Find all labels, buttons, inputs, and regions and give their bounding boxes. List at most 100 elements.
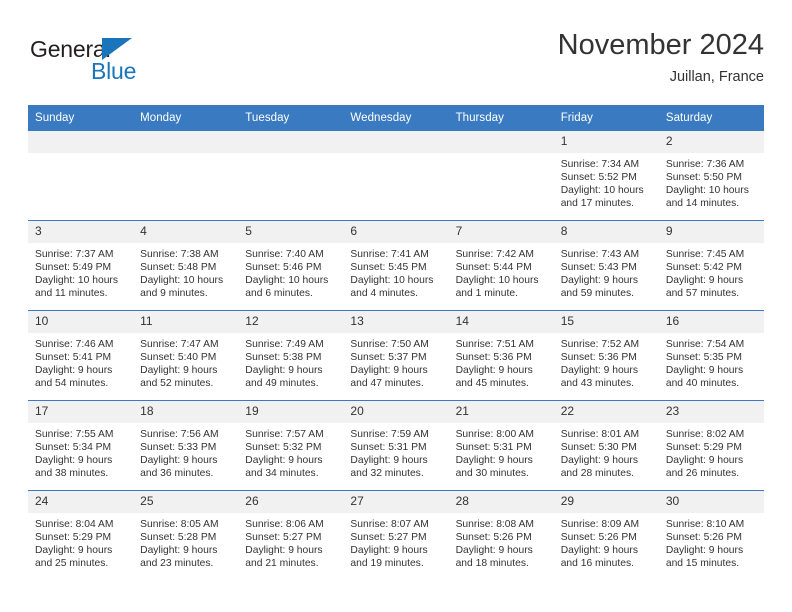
calendar-day-cell[interactable]: 2 Sunrise: 7:36 AM Sunset: 5:50 PM Daylight…: [658, 131, 764, 221]
sunrise-text: Sunrise: 8:06 AM: [245, 519, 324, 530]
weekday-header-sunday: Sunday: [28, 105, 134, 131]
sunset-text: Sunset: 5:31 PM: [455, 442, 532, 454]
day-number: 8: [553, 221, 659, 243]
calendar-week-row: 1 Sunrise: 7:34 AM Sunset: 5:52 PM Daylight…: [28, 131, 764, 221]
general-blue-logo: General Blue: [30, 36, 210, 92]
calendar-day-cell[interactable]: 17 Sunrise: 7:55 AM Sunset: 5:34 PM Dayligh…: [28, 400, 134, 491]
sunset-text: Sunset: 5:34 PM: [35, 442, 112, 454]
calendar-day-cell[interactable]: 6 Sunrise: 7:41 AM Sunset: 5:45 PM Daylight…: [343, 220, 449, 311]
daylight-text-line2: and 28 minutes.: [560, 468, 634, 480]
calendar-day-cell[interactable]: 11 Sunrise: 7:47 AM Sunset: 5:40 PM Dayligh…: [133, 310, 239, 401]
calendar-day-cell[interactable]: 24 Sunrise: 8:04 AM Sunset: 5:29 PM Dayligh…: [28, 490, 134, 580]
sunset-text: Sunset: 5:41 PM: [35, 352, 112, 364]
calendar-day-cell[interactable]: 13 Sunrise: 7:50 AM Sunset: 5:37 PM Dayligh…: [343, 310, 449, 401]
day-details: Sunrise: 7:55 AM Sunset: 5:34 PM Daylight:…: [28, 423, 133, 480]
sunrise-text: Sunrise: 7:52 AM: [560, 339, 640, 350]
calendar-day-cell[interactable]: 4 Sunrise: 7:38 AM Sunset: 5:48 PM Daylight…: [133, 220, 239, 311]
sunset-text: Sunset: 5:48 PM: [140, 262, 217, 274]
logo-text-blue: Blue: [91, 58, 137, 84]
sunrise-text: Sunrise: 7:40 AM: [245, 249, 324, 260]
day-number: 23: [658, 401, 764, 423]
calendar-day-cell[interactable]: 25 Sunrise: 8:05 AM Sunset: 5:28 PM Dayligh…: [133, 490, 239, 580]
day-number: 1: [553, 131, 659, 153]
daylight-text-line1: Daylight: 9 hours: [665, 365, 744, 377]
day-details: Sunrise: 7:49 AM Sunset: 5:38 PM Daylight:…: [238, 333, 343, 390]
day-number: 16: [658, 311, 764, 333]
day-number: 14: [448, 311, 554, 333]
logo-triangle-icon: [102, 38, 132, 60]
daylight-text-line1: Daylight: 9 hours: [665, 545, 744, 557]
sunrise-text: Sunrise: 8:05 AM: [140, 519, 219, 530]
calendar-day-cell[interactable]: 1 Sunrise: 7:34 AM Sunset: 5:52 PM Daylight…: [553, 131, 659, 221]
day-details: Sunrise: 8:07 AM Sunset: 5:27 PM Daylight:…: [343, 513, 448, 570]
sunrise-text: Sunrise: 8:01 AM: [560, 429, 640, 440]
daylight-text-line1: Daylight: 9 hours: [350, 365, 428, 377]
daylight-text-line1: Daylight: 10 hours: [140, 275, 224, 287]
calendar-day-cell[interactable]: 15 Sunrise: 7:52 AM Sunset: 5:36 PM Dayligh…: [553, 310, 659, 401]
daylight-text-line2: and 38 minutes.: [35, 468, 109, 480]
calendar-day-cell[interactable]: 19 Sunrise: 7:57 AM Sunset: 5:32 PM Dayligh…: [238, 400, 344, 491]
daylight-text-line2: and 43 minutes.: [560, 378, 634, 390]
calendar-day-cell[interactable]: 7 Sunrise: 7:42 AM Sunset: 5:44 PM Daylight…: [448, 220, 554, 311]
calendar-day-cell[interactable]: 30 Sunrise: 8:10 AM Sunset: 5:26 PM Dayligh…: [658, 490, 764, 580]
day-details: Sunrise: 7:50 AM Sunset: 5:37 PM Daylight:…: [343, 333, 448, 390]
calendar-day-cell[interactable]: 18 Sunrise: 7:56 AM Sunset: 5:33 PM Dayligh…: [133, 400, 239, 491]
sunset-text: Sunset: 5:45 PM: [350, 262, 427, 274]
daylight-text-line1: Daylight: 9 hours: [665, 455, 744, 467]
calendar-day-cell[interactable]: 26 Sunrise: 8:06 AM Sunset: 5:27 PM Dayligh…: [238, 490, 344, 580]
calendar-cell-empty: [448, 131, 554, 221]
calendar-day-cell[interactable]: 28 Sunrise: 8:08 AM Sunset: 5:26 PM Dayligh…: [448, 490, 554, 580]
calendar-week-row: 10 Sunrise: 7:46 AM Sunset: 5:41 PM Dayligh…: [28, 310, 764, 401]
daylight-text-line1: Daylight: 10 hours: [350, 275, 434, 287]
daylight-text-line1: Daylight: 9 hours: [560, 455, 638, 467]
sunrise-text: Sunrise: 8:10 AM: [665, 519, 745, 530]
sunrise-text: Sunrise: 7:49 AM: [245, 339, 324, 350]
calendar-day-cell[interactable]: 27 Sunrise: 8:07 AM Sunset: 5:27 PM Dayligh…: [343, 490, 449, 580]
daylight-text-line2: and 25 minutes.: [35, 558, 109, 570]
calendar-day-cell[interactable]: 16 Sunrise: 7:54 AM Sunset: 5:35 PM Dayligh…: [658, 310, 764, 401]
day-number: 5: [238, 221, 344, 243]
day-details: Sunrise: 7:46 AM Sunset: 5:41 PM Daylight:…: [28, 333, 133, 390]
calendar-day-cell[interactable]: 29 Sunrise: 8:09 AM Sunset: 5:26 PM Dayligh…: [553, 490, 659, 580]
calendar-day-cell[interactable]: 9 Sunrise: 7:45 AM Sunset: 5:42 PM Daylight…: [658, 220, 764, 311]
day-details: Sunrise: 7:56 AM Sunset: 5:33 PM Daylight:…: [133, 423, 238, 480]
page-header: General Blue November 2024 Juillan, Fran…: [28, 28, 764, 96]
calendar-cell-empty: [133, 131, 239, 221]
daylight-text-line2: and 9 minutes.: [140, 288, 208, 300]
daylight-text-line1: Daylight: 9 hours: [245, 365, 323, 377]
day-details: Sunrise: 8:00 AM Sunset: 5:31 PM Daylight:…: [449, 423, 554, 480]
calendar-day-cell[interactable]: 8 Sunrise: 7:43 AM Sunset: 5:43 PM Daylight…: [553, 220, 659, 311]
calendar-day-cell[interactable]: 14 Sunrise: 7:51 AM Sunset: 5:36 PM Dayligh…: [448, 310, 554, 401]
sunset-text: Sunset: 5:52 PM: [560, 172, 637, 184]
day-details: Sunrise: 8:08 AM Sunset: 5:26 PM Daylight:…: [449, 513, 554, 570]
day-number: 28: [448, 491, 554, 513]
sunrise-text: Sunrise: 7:47 AM: [140, 339, 219, 350]
daylight-text-line1: Daylight: 10 hours: [665, 185, 749, 197]
day-details: Sunrise: 7:43 AM Sunset: 5:43 PM Daylight:…: [554, 243, 659, 300]
daylight-text-line1: Daylight: 9 hours: [140, 455, 218, 467]
day-number: [28, 131, 134, 153]
sunrise-text: Sunrise: 7:36 AM: [665, 159, 745, 170]
calendar-day-cell[interactable]: 5 Sunrise: 7:40 AM Sunset: 5:46 PM Daylight…: [238, 220, 344, 311]
daylight-text-line1: Daylight: 10 hours: [245, 275, 329, 287]
day-details: Sunrise: 7:41 AM Sunset: 5:45 PM Daylight:…: [343, 243, 448, 300]
calendar-day-cell[interactable]: 23 Sunrise: 8:02 AM Sunset: 5:29 PM Dayligh…: [658, 400, 764, 491]
daylight-text-line2: and 32 minutes.: [350, 468, 424, 480]
sunrise-text: Sunrise: 7:45 AM: [665, 249, 745, 260]
day-number: 25: [133, 491, 239, 513]
calendar-day-cell[interactable]: 20 Sunrise: 7:59 AM Sunset: 5:31 PM Dayligh…: [343, 400, 449, 491]
calendar-day-cell[interactable]: 10 Sunrise: 7:46 AM Sunset: 5:41 PM Dayligh…: [28, 310, 134, 401]
daylight-text-line2: and 4 minutes.: [350, 288, 418, 300]
calendar-day-cell[interactable]: 12 Sunrise: 7:49 AM Sunset: 5:38 PM Dayligh…: [238, 310, 344, 401]
calendar-day-cell[interactable]: 21 Sunrise: 8:00 AM Sunset: 5:31 PM Dayligh…: [448, 400, 554, 491]
calendar-day-cell[interactable]: 3 Sunrise: 7:37 AM Sunset: 5:49 PM Daylight…: [28, 220, 134, 311]
daylight-text-line2: and 34 minutes.: [245, 468, 319, 480]
daylight-text-line2: and 26 minutes.: [665, 468, 740, 480]
calendar-page: General Blue November 2024 Juillan, Fran…: [0, 0, 792, 612]
daylight-text-line2: and 45 minutes.: [455, 378, 529, 390]
day-number: 19: [238, 401, 344, 423]
weekday-header-tuesday: Tuesday: [238, 105, 344, 131]
sunset-text: Sunset: 5:38 PM: [245, 352, 322, 364]
calendar-day-cell[interactable]: 22 Sunrise: 8:01 AM Sunset: 5:30 PM Dayligh…: [553, 400, 659, 491]
sunset-text: Sunset: 5:29 PM: [665, 442, 742, 454]
